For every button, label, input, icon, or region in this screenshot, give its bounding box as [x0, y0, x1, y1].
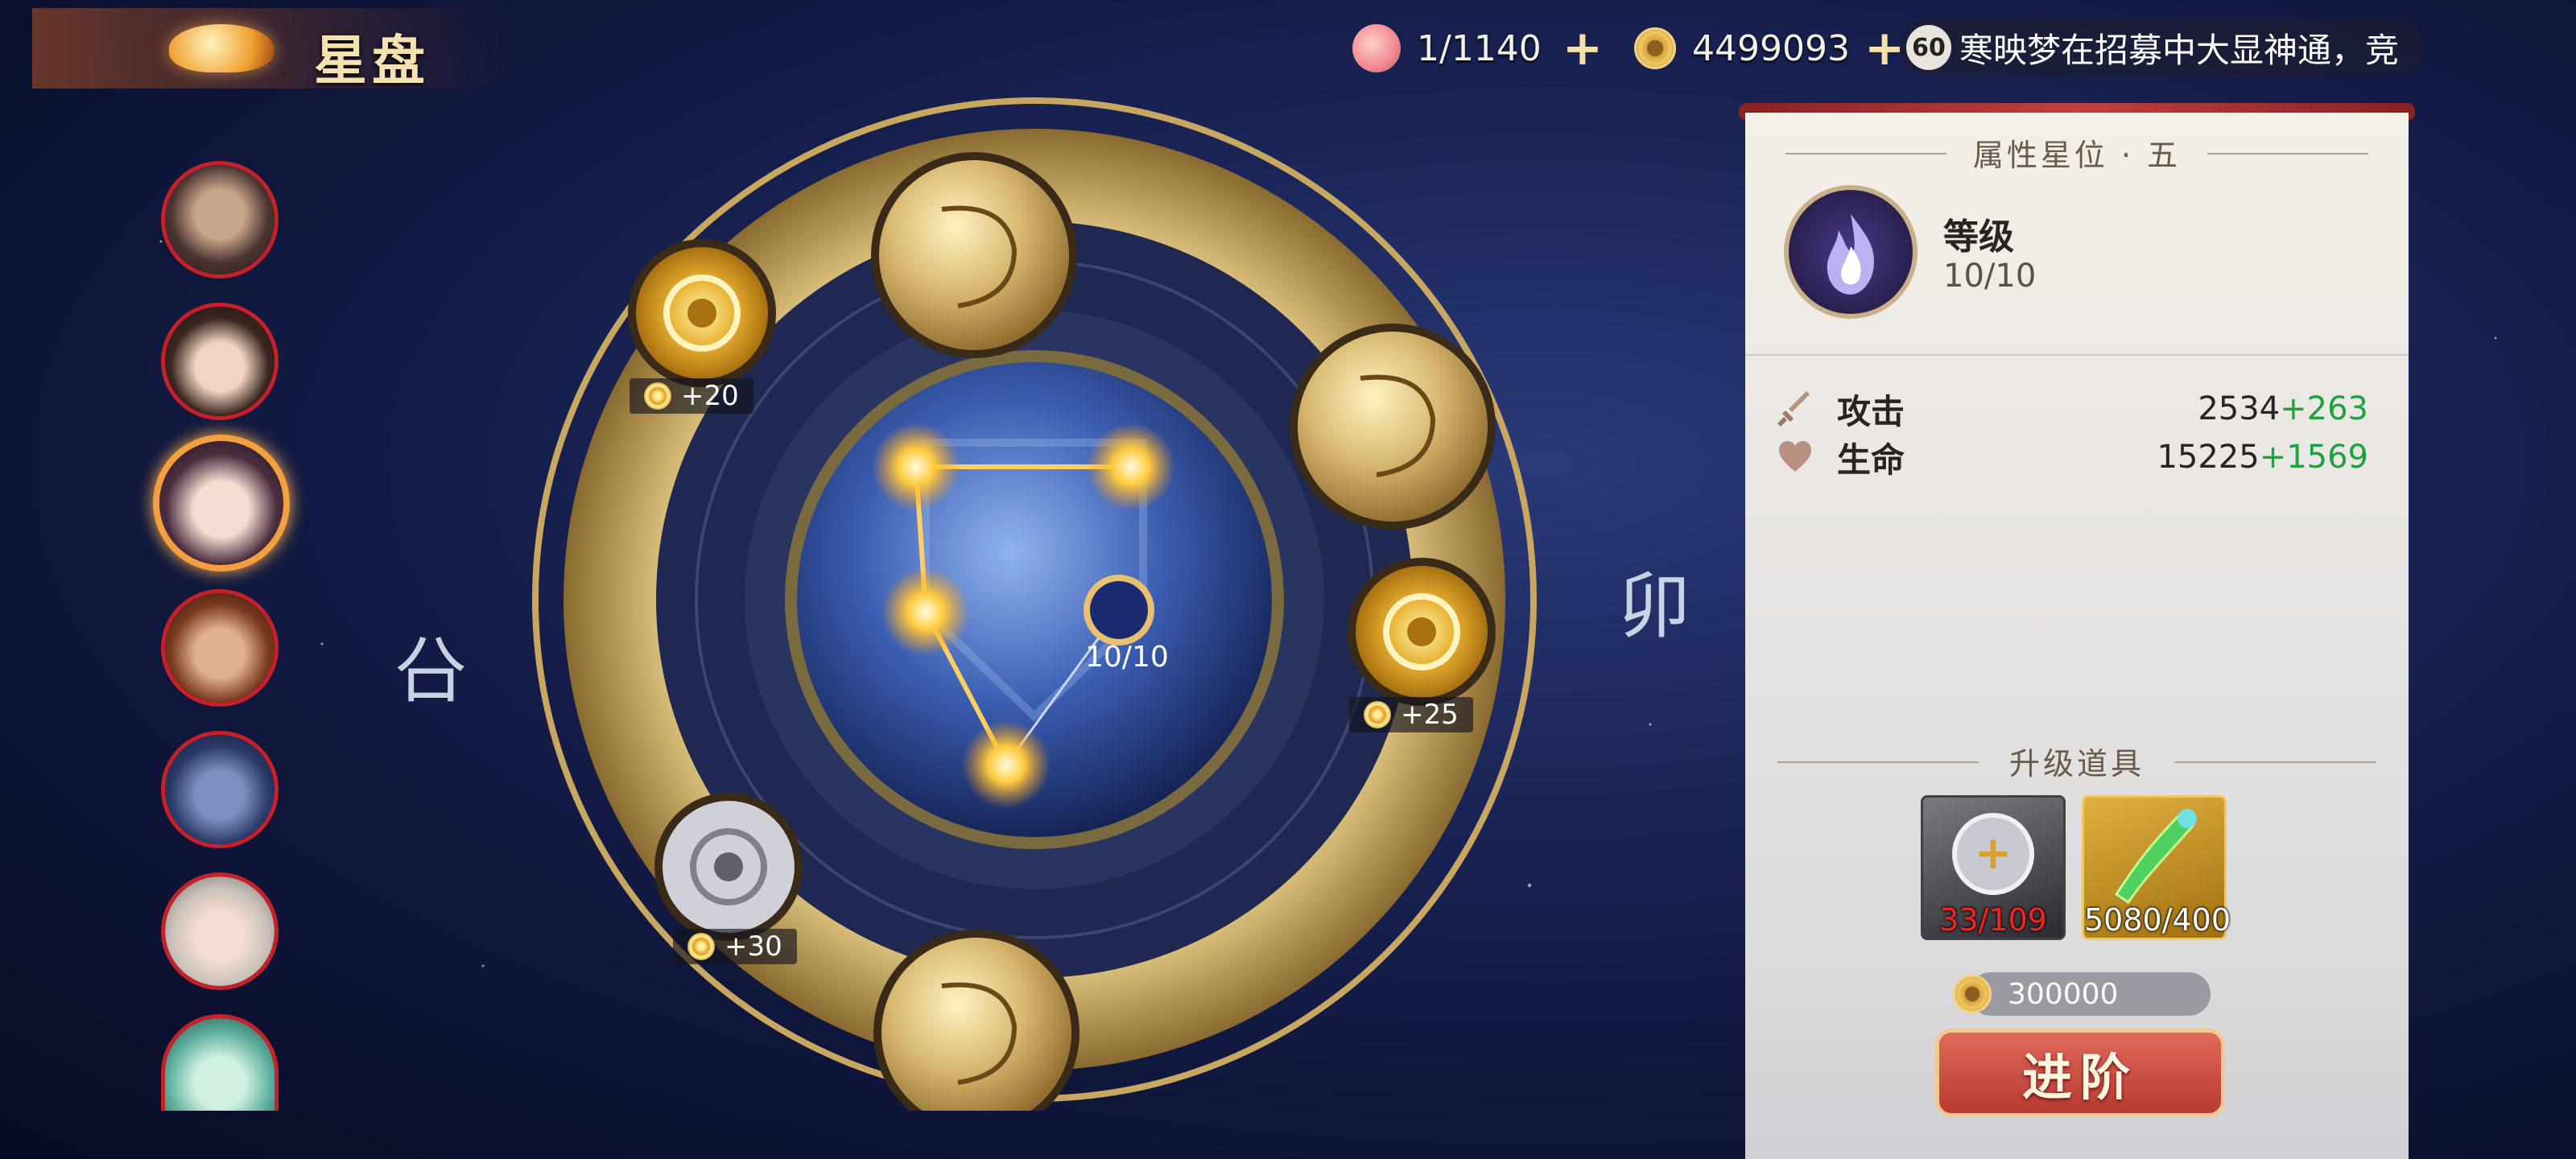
sword-icon — [1777, 391, 1810, 427]
swirl-icon — [687, 933, 715, 960]
level-value: 10/10 — [1943, 258, 2037, 295]
coin-counter: 4499093 + — [1634, 16, 1905, 80]
cost-value: 300000 — [2008, 977, 2119, 1011]
star-node-2[interactable] — [1087, 423, 1175, 511]
side-glyph-right: 卯 — [1618, 564, 1690, 649]
center-node-progress: 10/10 — [1085, 640, 1169, 674]
title-banner — [32, 8, 515, 89]
add-coins-button[interactable]: + — [1864, 20, 1905, 76]
character-avatar-3-selected[interactable] — [153, 435, 290, 571]
stat-bonus: +263 — [2280, 390, 2368, 427]
swirl-node-right[interactable] — [1348, 558, 1496, 706]
item-count: 33/109 — [1939, 902, 2047, 938]
avatar — [165, 735, 275, 844]
coin-value: 4499093 — [1692, 27, 1850, 69]
stat-row-attack: 攻击 2534 +263 — [1777, 386, 2368, 431]
swirl-icon — [1364, 701, 1391, 728]
peach-icon — [1352, 24, 1401, 72]
character-avatar-2[interactable] — [161, 303, 279, 420]
avatar — [159, 441, 283, 565]
jade-scroll-icon — [2114, 809, 2197, 905]
yinyang-disc-right[interactable] — [1290, 324, 1496, 530]
stat-value: 2534 — [2198, 390, 2281, 427]
advance-button[interactable]: 进阶 — [1935, 1029, 2225, 1117]
coin-icon — [1634, 27, 1676, 69]
character-avatar-7[interactable] — [161, 1014, 279, 1111]
bonus-value: +30 — [724, 930, 782, 963]
jade-scroll-item[interactable]: 5080/400 — [2082, 795, 2231, 940]
avatar — [165, 307, 275, 416]
avatar — [165, 165, 275, 274]
avatar — [165, 1018, 275, 1111]
notice-text: 寒映梦在招募中大显神通，竞 — [1959, 30, 2400, 70]
notice-level-badge: 60 — [1906, 25, 1951, 70]
swirl-node-topleft[interactable] — [628, 239, 776, 387]
svg-text:+: + — [1975, 827, 2013, 880]
bonus-label-topleft: +20 — [630, 378, 753, 414]
stat-row-health: 生命 15225 +1569 — [1777, 435, 2368, 480]
page-title: 星盘 — [314, 30, 430, 92]
swirl-node-bottomleft[interactable] — [654, 793, 803, 941]
star-node-4[interactable] — [962, 720, 1051, 809]
upgrade-cost: 300000 — [1953, 972, 2211, 1016]
stat-bonus: +1569 — [2259, 439, 2368, 476]
add-stamina-button[interactable]: + — [1563, 20, 1603, 76]
star-node-1[interactable] — [872, 423, 960, 511]
silver-token-icon: + — [1952, 813, 2034, 895]
side-glyph-left: 㕣 — [394, 629, 467, 713]
character-avatar-6[interactable] — [161, 872, 279, 990]
item-count: 5080/400 — [2084, 902, 2231, 938]
swirl-icon — [644, 382, 671, 410]
level-label: 等级 — [1943, 217, 2014, 258]
stat-value: 15225 — [2157, 439, 2260, 476]
silver-token-item[interactable]: + 33/109 — [1921, 795, 2066, 940]
character-avatar-5[interactable] — [161, 731, 279, 848]
stamina-counter: 1/1140 + — [1352, 16, 1603, 80]
bonus-label-bottomleft: +30 — [673, 929, 797, 964]
notice-ticker[interactable]: 60 寒映梦在招募中大显神通，竞 — [1900, 19, 2423, 76]
coin-icon — [1953, 975, 1992, 1013]
fire-icon — [1784, 185, 1918, 319]
heart-icon — [1779, 441, 1811, 472]
star-position-panel: 属性星位 · 五 等级 10/10 攻击 2534 +263 生命 15225 … — [1745, 113, 2409, 1159]
bonus-value: +25 — [1401, 699, 1459, 731]
bonus-value: +20 — [681, 380, 739, 412]
bonus-label-right: +25 — [1349, 697, 1473, 732]
back-emblem-icon[interactable] — [169, 24, 274, 72]
items-header: 升级道具 — [2008, 746, 2145, 782]
stat-name: 生命 — [1837, 439, 1905, 480]
stat-name: 攻击 — [1837, 391, 1905, 431]
avatar — [165, 593, 275, 703]
star-node-5[interactable] — [1090, 581, 1148, 639]
star-node-3[interactable] — [881, 567, 970, 656]
yinyang-disc-top[interactable] — [871, 152, 1077, 358]
character-avatar-1[interactable] — [161, 161, 279, 278]
panel-header: 属性星位 · 五 — [1972, 138, 2182, 173]
panel-divider — [1745, 354, 2409, 356]
character-avatar-4[interactable] — [161, 589, 279, 707]
avatar — [165, 876, 275, 986]
stamina-value: 1/1140 — [1417, 27, 1542, 69]
